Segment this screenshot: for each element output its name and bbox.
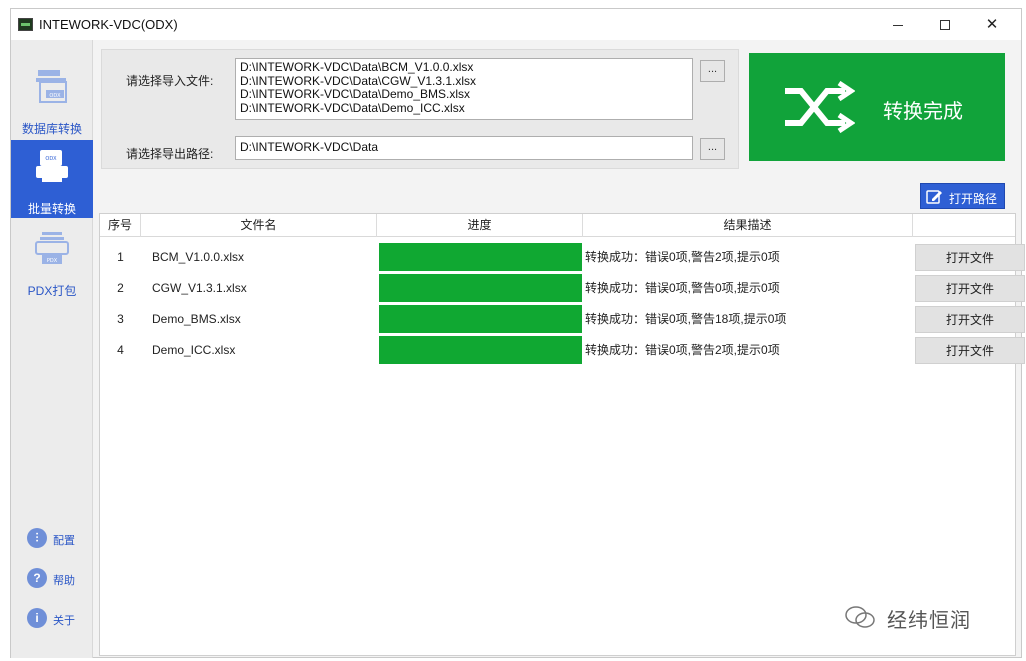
row-filename: Demo_BMS.xlsx — [152, 312, 241, 326]
about-label: 关于 — [53, 615, 75, 627]
header-filename: 文件名 — [141, 214, 377, 237]
window-title: INTEWORK-VDC(ODX) — [39, 17, 178, 32]
file-selection-panel: 请选择导入文件: D:\INTEWORK-VDC\Data\BCM_V1.0.0… — [101, 49, 739, 169]
svg-text:PDX: PDX — [47, 258, 58, 264]
conversion-status-button[interactable]: 转换完成 — [749, 53, 1005, 161]
import-file-line: D:\INTEWORK-VDC\Data\Demo_BMS.xlsx — [240, 87, 471, 101]
row-progress-bar — [379, 336, 582, 364]
edit-icon — [926, 190, 942, 204]
row-progress-bar — [379, 274, 582, 302]
svg-text:ODX: ODX — [45, 156, 57, 162]
status-text: 转换完成 — [883, 101, 963, 123]
open-file-button[interactable]: 打开文件 — [915, 275, 1025, 302]
row-filename: Demo_ICC.xlsx — [152, 343, 236, 357]
minimize-icon — [893, 24, 903, 26]
help-icon: ? — [27, 568, 47, 588]
header-progress: 进度 — [377, 214, 583, 237]
help-label: 帮助 — [53, 575, 75, 587]
app-logo-icon — [18, 18, 33, 31]
row-filename: BCM_V1.0.0.xlsx — [152, 250, 245, 264]
sidebar-item-label: 批量转换 — [27, 202, 76, 216]
sidebar-item-pdx-package[interactable]: PDX PDX打包 — [11, 226, 93, 298]
pdx-package-icon: PDX — [35, 232, 69, 264]
export-path-label: 请选择导出路径: — [126, 147, 214, 161]
row-result: 转换成功：错误0项,警告2项,提示0项 — [585, 343, 780, 357]
import-files-label: 请选择导入文件: — [126, 74, 214, 88]
odx-batch-icon: ODX — [36, 150, 68, 182]
open-path-button[interactable]: 打开路径 — [920, 183, 1005, 209]
row-progress-bar — [379, 243, 582, 271]
maximize-icon — [940, 20, 950, 31]
close-button[interactable]: ✕ — [969, 9, 1015, 40]
shuffle-icon — [785, 81, 855, 133]
title-bar: INTEWORK-VDC(ODX) ✕ — [11, 9, 1021, 40]
progress-fill — [379, 305, 582, 333]
row-progress-bar — [379, 305, 582, 333]
watermark: 经纬恒润 — [845, 602, 995, 632]
header-action — [913, 214, 1015, 237]
import-file-line: D:\INTEWORK-VDC\Data\CGW_V1.3.1.xlsx — [240, 73, 477, 88]
watermark-text: 经纬恒润 — [887, 610, 971, 632]
row-index: 2 — [117, 281, 124, 295]
sidebar-item-label: 数据库转换 — [21, 122, 82, 136]
export-path-field[interactable]: D:\INTEWORK-VDC\Data — [235, 136, 693, 160]
import-files-field[interactable]: D:\INTEWORK-VDC\Data\BCM_V1.0.0.xlsx D:\… — [235, 58, 693, 120]
sidebar-config-button[interactable]: ⫶ 配置 — [27, 528, 87, 550]
wechat-icon — [845, 606, 875, 628]
results-table: 序号 文件名 进度 结果描述 1 BCM_V1.0.0.xlsx 转换成功：错误… — [99, 213, 1025, 656]
close-icon: ✕ — [985, 16, 999, 33]
row-index: 1 — [117, 250, 124, 264]
open-file-button[interactable]: 打开文件 — [915, 337, 1025, 364]
import-file-line: D:\INTEWORK-VDC\Data\Demo_ICC.xlsx — [240, 100, 465, 115]
minimize-button[interactable] — [875, 9, 921, 40]
open-path-label: 打开路径 — [949, 192, 998, 206]
row-index: 3 — [117, 312, 124, 326]
open-file-button[interactable]: 打开文件 — [915, 306, 1025, 333]
progress-fill — [379, 274, 582, 302]
row-index: 4 — [117, 343, 124, 357]
sidebar-item-label: PDX打包 — [27, 284, 77, 298]
table-row: 4 Demo_ICC.xlsx 转换成功：错误0项,警告2项,提示0项 打开文件 — [100, 335, 1025, 365]
maximize-button[interactable] — [922, 9, 968, 40]
row-filename: CGW_V1.3.1.xlsx — [152, 281, 247, 295]
sidebar-help-button[interactable]: ? 帮助 — [27, 568, 87, 590]
row-result: 转换成功：错误0项,警告0项,提示0项 — [585, 281, 780, 295]
row-result: 转换成功：错误0项,警告2项,提示0项 — [585, 250, 780, 264]
row-result: 转换成功：错误0项,警告18项,提示0项 — [585, 312, 787, 326]
table-row: 3 Demo_BMS.xlsx 转换成功：错误0项,警告18项,提示0项 打开文… — [100, 304, 1025, 334]
app-window: INTEWORK-VDC(ODX) ✕ ODX 数据库转换 ODX 批量转换 P… — [10, 8, 1025, 658]
svg-text:ODX: ODX — [49, 93, 61, 99]
progress-fill — [379, 243, 582, 271]
sidebar-item-database-convert[interactable]: ODX 数据库转换 — [11, 64, 93, 136]
table-row: 1 BCM_V1.0.0.xlsx 转换成功：错误0项,警告2项,提示0项 打开… — [100, 242, 1025, 272]
table-header: 序号 文件名 进度 结果描述 — [100, 214, 1015, 237]
table-row: 2 CGW_V1.3.1.xlsx 转换成功：错误0项,警告0项,提示0项 打开… — [100, 273, 1025, 303]
header-result: 结果描述 — [583, 214, 913, 237]
config-icon: ⫶ — [27, 528, 47, 548]
sidebar-about-button[interactable]: i 关于 — [27, 608, 87, 630]
browse-export-button[interactable]: ... — [700, 138, 725, 160]
sidebar: ODX 数据库转换 ODX 批量转换 PDX PDX打包 ⫶ 配置 ? 帮助 i… — [11, 40, 93, 658]
odx-file-icon: ODX — [36, 70, 67, 103]
header-index: 序号 — [100, 214, 141, 237]
info-icon: i — [27, 608, 47, 628]
sidebar-item-batch-convert[interactable]: ODX 批量转换 — [11, 140, 93, 218]
browse-import-button[interactable]: ... — [700, 60, 725, 82]
config-label: 配置 — [53, 535, 75, 547]
progress-fill — [379, 336, 582, 364]
import-file-line: D:\INTEWORK-VDC\Data\BCM_V1.0.0.xlsx — [240, 60, 474, 74]
open-file-button[interactable]: 打开文件 — [915, 244, 1025, 271]
